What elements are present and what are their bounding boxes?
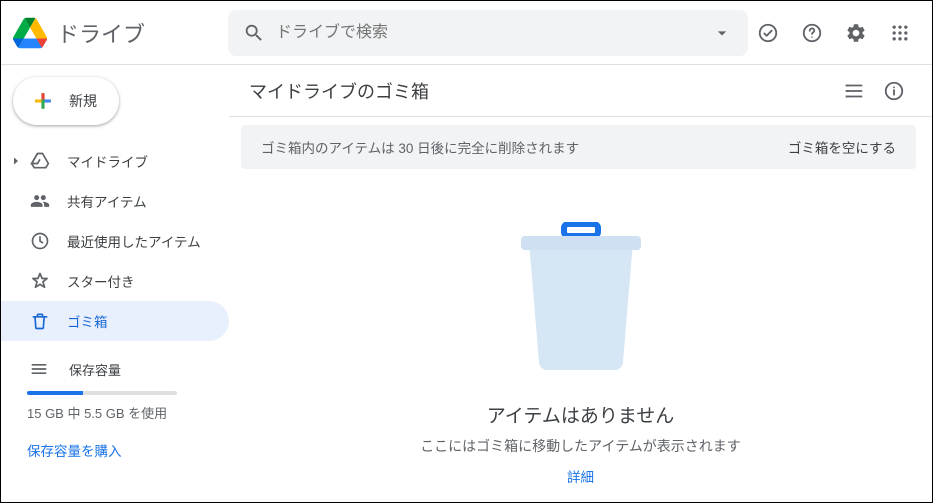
storage-row[interactable]: 保存容量: [27, 351, 229, 387]
header: ドライブ: [1, 1, 932, 65]
banner-text: ゴミ箱内のアイテムは 30 日後に完全に削除されます: [261, 137, 579, 157]
sidebar-item-starred[interactable]: スター付き: [1, 261, 229, 301]
settings-icon[interactable]: [836, 13, 876, 53]
sidebar-item-label: ゴミ箱: [67, 311, 108, 331]
logo[interactable]: ドライブ: [13, 16, 228, 50]
cloud-icon: [27, 359, 51, 379]
people-icon: [25, 191, 55, 211]
empty-trash-button[interactable]: ゴミ箱を空にする: [788, 137, 896, 157]
star-icon: [25, 271, 55, 291]
sidebar-item-label: マイドライブ: [67, 151, 148, 171]
header-actions: [748, 13, 920, 53]
trash-illustration: [511, 222, 651, 377]
search-input[interactable]: [274, 23, 702, 43]
expand-icon[interactable]: [7, 155, 25, 167]
storage-block: 保存容量 15 GB 中 5.5 GB を使用 保存容量を購入: [1, 341, 229, 460]
trash-banner: ゴミ箱内のアイテムは 30 日後に完全に削除されます ゴミ箱を空にする: [241, 125, 916, 169]
storage-label: 保存容量: [69, 360, 121, 379]
sidebar-item-label: スター付き: [67, 271, 135, 291]
page-title: マイドライブのゴミ箱: [249, 78, 834, 104]
empty-state: アイテムはありません ここにはゴミ箱に移動したアイテムが表示されます 詳細: [229, 169, 932, 502]
storage-usage-text: 15 GB 中 5.5 GB を使用: [27, 403, 229, 422]
plus-icon: [29, 87, 57, 115]
app-name: ドライブ: [57, 17, 145, 49]
sidebar-item-shared[interactable]: 共有アイテム: [1, 181, 229, 221]
info-icon[interactable]: [874, 71, 914, 111]
details-link[interactable]: 詳細: [567, 466, 594, 486]
drive-logo-icon: [13, 16, 47, 50]
search-icon[interactable]: [234, 13, 274, 53]
storage-bar: [27, 391, 177, 395]
new-button-label: 新規: [69, 91, 97, 111]
search-bar[interactable]: [228, 10, 748, 56]
sidebar: 新規 マイドライブ 共有アイテム 最近使用したアイテム: [1, 65, 229, 502]
storage-bar-fill: [27, 391, 83, 395]
sidebar-item-mydrive[interactable]: マイドライブ: [1, 141, 229, 181]
sidebar-item-recent[interactable]: 最近使用したアイテム: [1, 221, 229, 261]
sidebar-item-trash[interactable]: ゴミ箱: [1, 301, 229, 341]
ready-offline-icon[interactable]: [748, 13, 788, 53]
titlebar: マイドライブのゴミ箱: [229, 65, 932, 117]
search-dropdown-icon[interactable]: [702, 13, 742, 53]
trash-icon: [25, 311, 55, 331]
sidebar-item-label: 最近使用したアイテム: [67, 231, 201, 251]
new-button[interactable]: 新規: [13, 77, 119, 125]
list-view-icon[interactable]: [834, 71, 874, 111]
nav: マイドライブ 共有アイテム 最近使用したアイテム スター付き: [1, 141, 229, 341]
empty-title: アイテムはありません: [487, 401, 675, 428]
main: マイドライブのゴミ箱 ゴミ箱内のアイテムは 30 日後に完全に削除されます ゴミ…: [229, 65, 932, 502]
help-icon[interactable]: [792, 13, 832, 53]
mydrive-icon: [25, 151, 55, 171]
clock-icon: [25, 231, 55, 251]
sidebar-item-label: 共有アイテム: [67, 191, 147, 211]
apps-icon[interactable]: [880, 13, 920, 53]
buy-storage-link[interactable]: 保存容量を購入: [27, 440, 229, 460]
empty-subtitle: ここにはゴミ箱に移動したアイテムが表示されます: [420, 436, 741, 456]
